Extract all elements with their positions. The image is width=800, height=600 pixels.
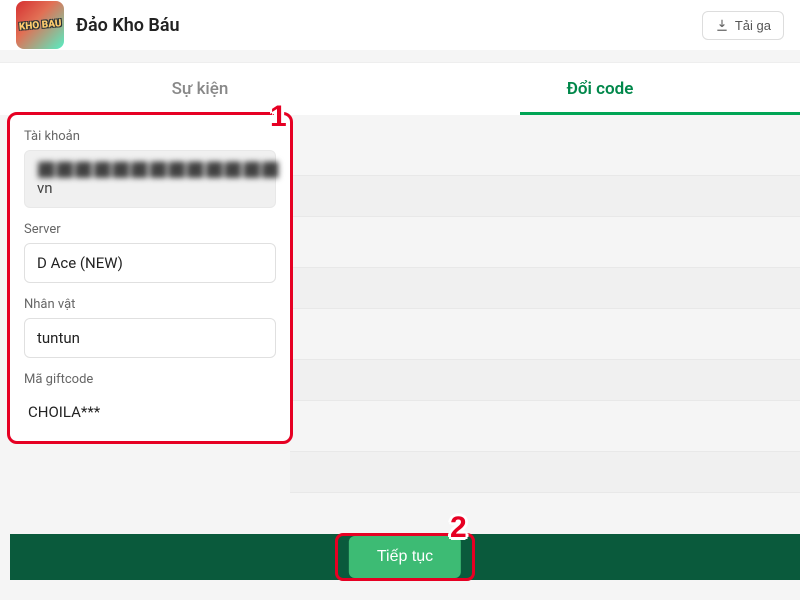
page-title: Đảo Kho Báu [76, 15, 180, 36]
field-giftcode: Mã giftcode CHOILA*** [24, 372, 276, 431]
account-input[interactable]: ⬛⬛⬛⬛⬛⬛⬛⬛⬛⬛⬛⬛⬛ vn [24, 150, 276, 208]
bg-row [290, 267, 800, 309]
tab-event-label: Sự kiện [172, 79, 229, 99]
download-label: Tải ga [735, 18, 771, 33]
submit-area: Tiếp tục [10, 534, 800, 584]
account-masked: ⬛⬛⬛⬛⬛⬛⬛⬛⬛⬛⬛⬛⬛ [37, 161, 280, 179]
background-rows [290, 175, 800, 543]
bg-row [290, 359, 800, 401]
tab-event[interactable]: Sự kiện [0, 63, 400, 115]
account-suffix: vn [37, 179, 53, 197]
giftcode-value: CHOILA*** [28, 403, 100, 421]
account-label: Tài khoản [24, 129, 276, 144]
giftcode-label: Mã giftcode [24, 372, 276, 387]
bg-row [290, 451, 800, 493]
field-character: Nhân vật tuntun [24, 297, 276, 358]
server-value: D Ace (NEW) [37, 254, 123, 272]
step-marker-1: 1 [270, 100, 287, 134]
game-icon: KHO BAU [16, 1, 64, 49]
tabs: Sự kiện Đổi code [0, 62, 800, 115]
download-button[interactable]: Tải ga [702, 11, 784, 40]
character-label: Nhân vật [24, 297, 276, 312]
step-marker-2: 2 [450, 511, 467, 545]
field-account: Tài khoản ⬛⬛⬛⬛⬛⬛⬛⬛⬛⬛⬛⬛⬛ vn [24, 129, 276, 208]
tab-redeem-label: Đổi code [567, 79, 634, 99]
tab-redeem[interactable]: Đổi code [400, 63, 800, 115]
header: KHO BAU Đảo Kho Báu Tải ga [0, 0, 800, 50]
giftcode-input[interactable]: CHOILA*** [24, 393, 276, 431]
continue-label: Tiếp tục [349, 536, 461, 578]
download-icon [715, 18, 729, 32]
continue-button[interactable]: Tiếp tục [10, 534, 800, 580]
game-icon-label: KHO BAU [18, 18, 61, 33]
server-label: Server [24, 222, 276, 237]
field-server: Server D Ace (NEW) [24, 222, 276, 283]
character-select[interactable]: tuntun [24, 318, 276, 358]
redeem-form-card: Tài khoản ⬛⬛⬛⬛⬛⬛⬛⬛⬛⬛⬛⬛⬛ vn Server D Ace … [10, 115, 290, 441]
header-left: KHO BAU Đảo Kho Báu [16, 1, 180, 49]
bg-row [290, 175, 800, 217]
character-value: tuntun [37, 329, 80, 347]
server-select[interactable]: D Ace (NEW) [24, 243, 276, 283]
